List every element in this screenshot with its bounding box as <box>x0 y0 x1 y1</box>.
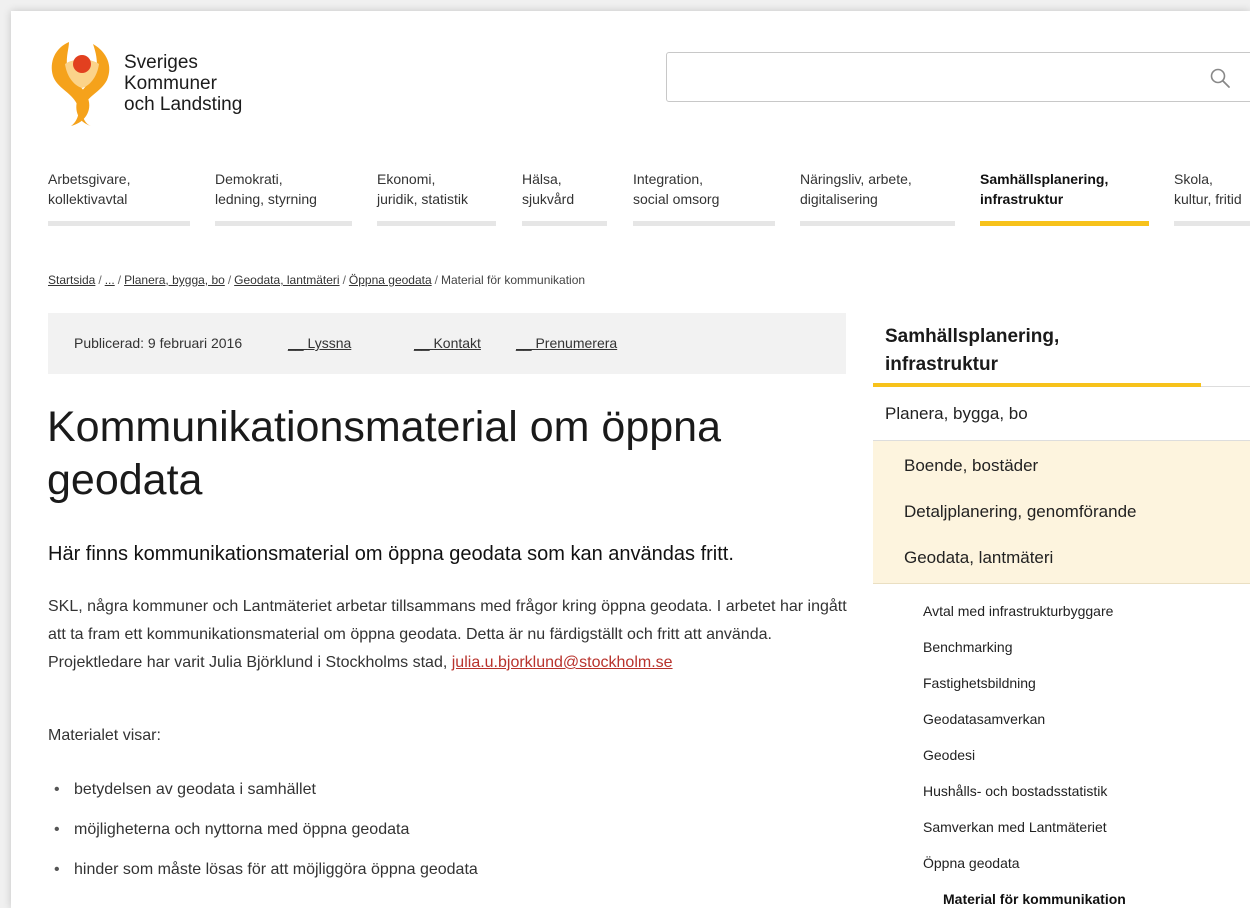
list-item: hinder som måste lösas för att möjliggör… <box>48 859 478 899</box>
nav-item-samhallsplanering[interactable]: Samhällsplanering, infrastruktur <box>980 169 1149 227</box>
nav-label: infrastruktur <box>980 191 1064 207</box>
breadcrumb: Startsida /... / Planera, bygga, bo / Geodata… <box>48 273 585 287</box>
nav-label: Hälsa, <box>522 171 562 187</box>
nav-item-arbetsgivare[interactable]: Arbetsgivare, kollektivavtal <box>48 169 190 227</box>
bullet-list: betydelsen av geodata i samhället möjlig… <box>48 779 478 899</box>
sidebar-item-samverkan[interactable]: Samverkan med Lantmäteriet <box>923 819 1107 835</box>
contact-link[interactable]: __ Kontakt <box>414 335 481 351</box>
page: Sveriges Kommuner och Landsting Arbetsgi… <box>11 11 1250 908</box>
sidebar-item-boende[interactable]: Boende, bostäder <box>904 456 1038 476</box>
listen-label: Lyssna <box>307 335 352 351</box>
breadcrumb-startsida[interactable]: Startsida <box>48 273 95 287</box>
breadcrumb-separator: / <box>117 273 122 287</box>
publish-bar: Publicerad: 9 februari 2016 __ Lyssna __… <box>48 313 846 374</box>
nav-label: kultur, fritid <box>1174 191 1242 207</box>
logo[interactable]: Sveriges Kommuner och Landsting <box>47 38 287 128</box>
breadcrumb-ellipsis[interactable]: ... <box>105 273 115 287</box>
nav-label: juridik, statistik <box>377 191 469 207</box>
nav-label: Ekonomi, <box>377 171 436 187</box>
nav-label: Näringsliv, arbete, <box>800 171 912 187</box>
main-nav: Arbetsgivare, kollektivavtal Demokrati, le… <box>48 169 1250 229</box>
brand-line-2: Kommuner <box>124 73 217 94</box>
breadcrumb-separator: / <box>227 273 232 287</box>
listen-link[interactable]: __ Lyssna <box>288 335 351 351</box>
breadcrumb-oppna-geodata[interactable]: Öppna geodata <box>349 273 432 287</box>
brand-line-3: och Landsting <box>124 94 243 115</box>
nav-item-ekonomi[interactable]: Ekonomi, juridik, statistik <box>377 169 496 227</box>
nav-underline-active <box>980 221 1149 226</box>
nav-item-halsa[interactable]: Hälsa, sjukvård <box>522 169 607 227</box>
brand-name: Sveriges Kommuner och Landsting <box>124 52 242 115</box>
sidebar-item-planera[interactable]: Planera, bygga, bo <box>873 387 1250 441</box>
subscribe-link[interactable]: __ Prenumerera <box>516 335 617 351</box>
nav-underline <box>48 221 190 226</box>
skl-logo-icon <box>51 42 110 126</box>
sidebar-item-geodatasamverkan[interactable]: Geodatasamverkan <box>923 711 1045 727</box>
search-icon[interactable] <box>1209 67 1231 89</box>
body-text: SKL, några kommuner och Lantmäteriet arb… <box>48 598 847 671</box>
nav-label: Skola, <box>1174 171 1213 187</box>
sidebar-item-hushalls[interactable]: Hushålls- och bostadsstatistik <box>923 783 1107 799</box>
list-intro: Materialet visar: <box>48 727 161 744</box>
nav-item-demokrati[interactable]: Demokrati, ledning, styrning <box>215 169 352 227</box>
nav-underline <box>522 221 607 226</box>
sidebar-heading[interactable]: Samhällsplanering, infrastruktur <box>885 323 1205 379</box>
nav-underline <box>800 221 955 226</box>
nav-underline <box>633 221 775 226</box>
nav-label: ledning, styrning <box>215 191 317 207</box>
nav-item-skola[interactable]: Skola, kultur, fritid <box>1174 169 1250 227</box>
subscribe-label: Prenumerera <box>535 335 618 351</box>
brand-line-1: Sveriges <box>124 52 198 73</box>
sidebar-item-avtal[interactable]: Avtal med infrastrukturbyggare <box>923 603 1113 619</box>
breadcrumb-current: Material för kommunikation <box>441 273 586 287</box>
sidebar-heading-line: infrastruktur <box>885 354 998 375</box>
list-item: betydelsen av geodata i samhället <box>48 779 478 819</box>
breadcrumb-planera[interactable]: Planera, bygga, bo <box>124 273 225 287</box>
sidebar-item-fastighetsbildning[interactable]: Fastighetsbildning <box>923 675 1036 691</box>
nav-underline <box>1174 221 1250 226</box>
sidebar-item-geodata[interactable]: Geodata, lantmäteri <box>904 548 1053 568</box>
list-item: möjligheterna och nyttorna med öppna geo… <box>48 819 478 859</box>
body-paragraph: SKL, några kommuner och Lantmäteriet arb… <box>48 593 848 677</box>
lead-text: Här finns kommunikationsmaterial om öppn… <box>48 543 734 565</box>
nav-item-naringsliv[interactable]: Näringsliv, arbete, digitalisering <box>800 169 955 227</box>
search-input[interactable] <box>666 52 1250 102</box>
nav-label: digitalisering <box>800 191 878 207</box>
nav-label: sjukvård <box>522 191 575 207</box>
sidebar-item-label: Planera, bygga, bo <box>885 404 1028 423</box>
sidebar-item-detaljplanering[interactable]: Detaljplanering, genomförande <box>904 502 1137 522</box>
published-date: Publicerad: 9 februari 2016 <box>74 335 243 351</box>
nav-label: Arbetsgivare, <box>48 171 131 187</box>
sidebar-item-geodesi[interactable]: Geodesi <box>923 747 975 763</box>
nav-label: Samhällsplanering, <box>980 171 1109 187</box>
contact-label: Kontakt <box>433 335 481 351</box>
sidebar-subgroup: Boende, bostäder Detaljplanering, genomf… <box>873 441 1250 584</box>
email-link[interactable]: julia.u.bjorklund@stockholm.se <box>452 654 673 671</box>
breadcrumb-separator: / <box>98 273 102 287</box>
nav-label: social omsorg <box>633 191 720 207</box>
sidebar-item-material-active[interactable]: Material för kommunikation <box>943 891 1126 907</box>
breadcrumb-separator: / <box>342 273 346 287</box>
page-title: Kommunikationsmaterial om öppna geodata <box>47 403 721 504</box>
breadcrumb-geodata[interactable]: Geodata, lantmäteri <box>234 273 339 287</box>
sidebar-item-benchmarking[interactable]: Benchmarking <box>923 639 1013 655</box>
nav-label: kollektivavtal <box>48 191 128 207</box>
nav-item-integration[interactable]: Integration, social omsorg <box>633 169 775 227</box>
breadcrumb-separator: / <box>434 273 438 287</box>
nav-underline <box>215 221 352 226</box>
nav-label: Demokrati, <box>215 171 283 187</box>
nav-label: Integration, <box>633 171 704 187</box>
sidebar-item-oppna-geodata[interactable]: Öppna geodata <box>923 855 1020 871</box>
sidebar-heading-line: Samhällsplanering, <box>885 326 1060 347</box>
nav-underline <box>377 221 496 226</box>
